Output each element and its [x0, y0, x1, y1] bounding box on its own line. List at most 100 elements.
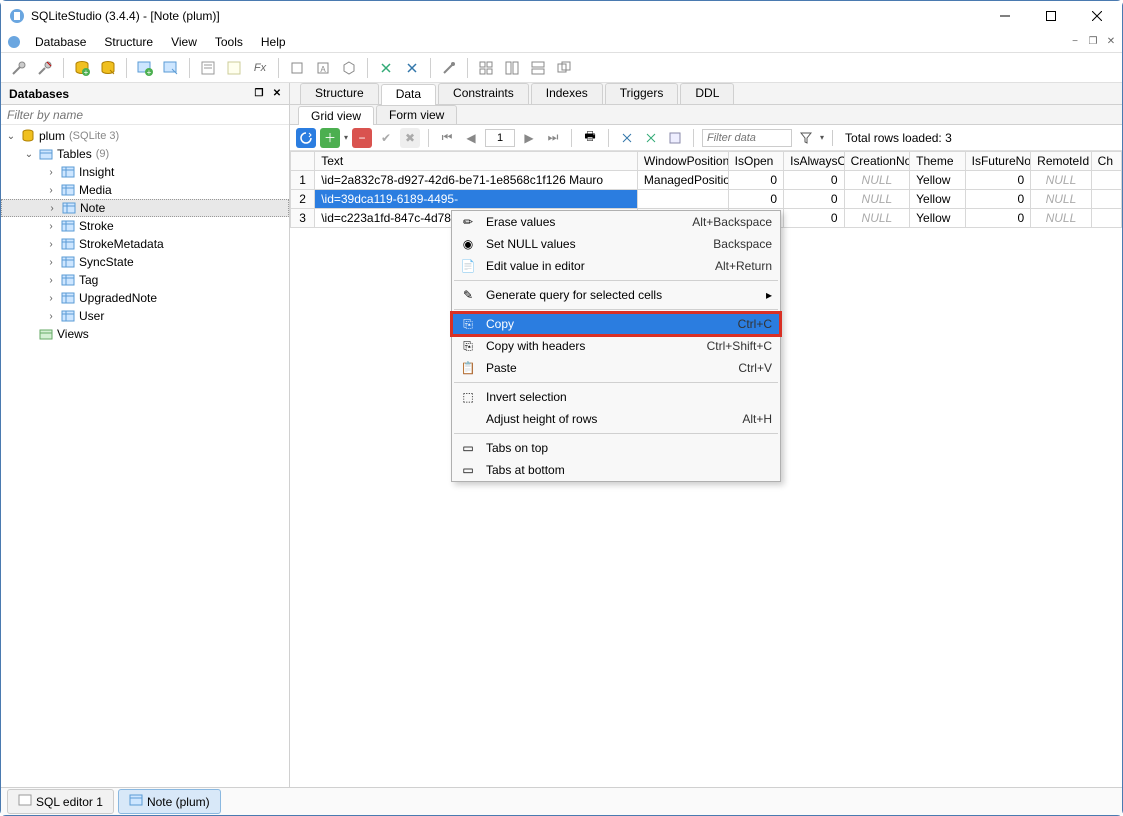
resize-rows-icon[interactable] — [641, 128, 661, 148]
config-icon[interactable] — [437, 56, 461, 80]
bottom-tab-note-plum-[interactable]: Note (plum) — [118, 789, 221, 814]
menu-item-set-null-values[interactable]: ◉Set NULL valuesBackspace — [452, 233, 780, 255]
tree-table-insight[interactable]: ›Insight — [1, 163, 289, 181]
chevron-right-icon[interactable]: › — [45, 185, 57, 196]
chevron-right-icon[interactable]: › — [45, 221, 57, 232]
export-icon[interactable] — [400, 56, 424, 80]
resize-cols-icon[interactable] — [617, 128, 637, 148]
tab-triggers[interactable]: Triggers — [605, 83, 679, 104]
menu-item-edit-value-in-editor[interactable]: 📄Edit value in editorAlt+Return — [452, 255, 780, 277]
table-row[interactable]: 2\id=39dca119-6189-4495-00NULLYellow0NUL… — [291, 190, 1122, 209]
tree-db-node[interactable]: ⌄ plum (SQLite 3) — [1, 127, 289, 145]
minimize-button[interactable] — [982, 2, 1028, 30]
tree-table-syncstate[interactable]: ›SyncState — [1, 253, 289, 271]
chevron-right-icon[interactable]: › — [45, 311, 57, 322]
populate-icon[interactable] — [665, 128, 685, 148]
filter-input[interactable] — [1, 105, 289, 125]
tab-indexes[interactable]: Indexes — [531, 83, 603, 104]
tab-data[interactable]: Data — [381, 84, 436, 105]
last-page-icon[interactable]: ⏭ — [543, 128, 563, 148]
layout3-icon[interactable] — [526, 56, 550, 80]
column-header[interactable]: RemoteId — [1031, 152, 1092, 171]
layout2-icon[interactable] — [500, 56, 524, 80]
mdi-restore-icon[interactable]: ❐ — [1086, 35, 1100, 49]
tree-table-note[interactable]: ›Note — [1, 199, 289, 217]
bottom-tab-sql-editor-1[interactable]: SQL editor 1 — [7, 789, 114, 814]
menu-structure[interactable]: Structure — [96, 33, 161, 51]
filter-icon[interactable] — [796, 128, 816, 148]
tree-table-strokemetadata[interactable]: ›StrokeMetadata — [1, 235, 289, 253]
filter-data-input[interactable] — [702, 129, 792, 147]
add-row-icon[interactable]: ＋ — [320, 128, 340, 148]
menu-item-copy[interactable]: ⎘CopyCtrl+C — [452, 313, 780, 335]
sidebar-float-icon[interactable]: ❐ — [251, 86, 267, 102]
rownum-header[interactable] — [291, 152, 315, 171]
refresh-icon[interactable] — [296, 128, 316, 148]
layout4-icon[interactable] — [552, 56, 576, 80]
chevron-right-icon[interactable]: › — [45, 167, 57, 178]
edit-db-icon[interactable] — [96, 56, 120, 80]
menu-item-paste[interactable]: 📋PasteCtrl+V — [452, 357, 780, 379]
menu-item-tabs-at-bottom[interactable]: ▭Tabs at bottom — [452, 459, 780, 481]
sql-history-icon[interactable] — [222, 56, 246, 80]
column-header[interactable]: IsAlwaysO — [784, 152, 845, 171]
tool2-icon[interactable]: A — [311, 56, 335, 80]
import-icon[interactable] — [374, 56, 398, 80]
mdi-close-icon[interactable]: ✕ — [1104, 35, 1118, 49]
maximize-button[interactable] — [1028, 2, 1074, 30]
layout1-icon[interactable] — [474, 56, 498, 80]
column-header[interactable]: Ch — [1091, 152, 1121, 171]
tab-constraints[interactable]: Constraints — [438, 83, 529, 104]
chevron-down-icon[interactable]: ⌄ — [5, 131, 17, 142]
subtab-form-view[interactable]: Form view — [376, 105, 457, 124]
tree-table-tag[interactable]: ›Tag — [1, 271, 289, 289]
column-header[interactable]: IsFutureNo — [965, 152, 1031, 171]
print-icon[interactable]: 🖶 — [580, 128, 600, 148]
tree-views-node[interactable]: › Views — [1, 325, 289, 343]
menu-view[interactable]: View — [163, 33, 205, 51]
rollback-icon[interactable]: ✖ — [400, 128, 420, 148]
menu-item-tabs-on-top[interactable]: ▭Tabs on top — [452, 437, 780, 459]
menu-item-copy-with-headers[interactable]: ⎘Copy with headersCtrl+Shift+C — [452, 335, 780, 357]
tab-ddl[interactable]: DDL — [680, 83, 734, 104]
delete-row-icon[interactable]: − — [352, 128, 372, 148]
column-header[interactable]: Text — [315, 152, 638, 171]
tree-table-media[interactable]: ›Media — [1, 181, 289, 199]
sidebar-close-icon[interactable]: ✕ — [269, 86, 285, 102]
subtab-grid-view[interactable]: Grid view — [298, 106, 374, 125]
connect-icon[interactable] — [7, 56, 31, 80]
column-header[interactable]: Theme — [910, 152, 965, 171]
chevron-right-icon[interactable]: › — [45, 239, 57, 250]
tool1-icon[interactable] — [285, 56, 309, 80]
mdi-minimize-icon[interactable]: − — [1068, 35, 1082, 49]
prev-page-icon[interactable]: ◀ — [461, 128, 481, 148]
chevron-right-icon[interactable]: › — [45, 275, 57, 286]
menu-item-adjust-height-of-rows[interactable]: Adjust height of rowsAlt+H — [452, 408, 780, 430]
tree-table-stroke[interactable]: ›Stroke — [1, 217, 289, 235]
commit-icon[interactable]: ✔ — [376, 128, 396, 148]
menu-database[interactable]: Database — [27, 33, 94, 51]
first-page-icon[interactable]: ⏮ — [437, 128, 457, 148]
close-button[interactable] — [1074, 2, 1120, 30]
column-header[interactable]: IsOpen — [728, 152, 783, 171]
context-menu[interactable]: ✏Erase valuesAlt+Backspace◉Set NULL valu… — [451, 210, 781, 482]
chevron-right-icon[interactable]: › — [45, 257, 57, 268]
tree-table-upgradednote[interactable]: ›UpgradedNote — [1, 289, 289, 307]
tree-table-user[interactable]: ›User — [1, 307, 289, 325]
db-tree[interactable]: ⌄ plum (SQLite 3) ⌄ Tables (9) ›Insight›… — [1, 125, 289, 787]
next-page-icon[interactable]: ▶ — [519, 128, 539, 148]
tree-tables-node[interactable]: ⌄ Tables (9) — [1, 145, 289, 163]
menu-item-generate-query-for-selected-cells[interactable]: ✎Generate query for selected cells▸ — [452, 284, 780, 306]
menu-help[interactable]: Help — [253, 33, 294, 51]
disconnect-icon[interactable] — [33, 56, 57, 80]
add-table-icon[interactable]: + — [133, 56, 157, 80]
menu-item-invert-selection[interactable]: ⬚Invert selection — [452, 386, 780, 408]
table-row[interactable]: 1\id=2a832c78-d927-42d6-be71-1e8568c1f12… — [291, 171, 1122, 190]
edit-table-icon[interactable] — [159, 56, 183, 80]
chevron-right-icon[interactable]: › — [46, 203, 58, 214]
menu-item-erase-values[interactable]: ✏Erase valuesAlt+Backspace — [452, 211, 780, 233]
column-header[interactable]: WindowPosition — [637, 152, 728, 171]
cube-icon[interactable] — [337, 56, 361, 80]
tab-structure[interactable]: Structure — [300, 83, 379, 104]
sql-editor-icon[interactable] — [196, 56, 220, 80]
